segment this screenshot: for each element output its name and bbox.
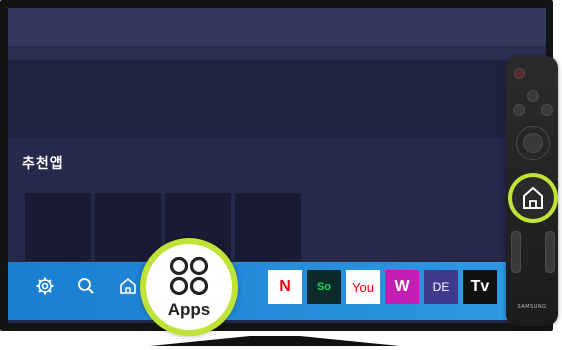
power-button[interactable] (514, 68, 525, 79)
number-button[interactable] (513, 104, 525, 116)
remote-brand: SAMSUNG (517, 304, 547, 310)
home-icon[interactable] (118, 276, 138, 296)
app-icon[interactable]: You (346, 270, 380, 304)
apps-button[interactable]: Apps (140, 238, 238, 336)
apps-grid-icon (167, 254, 211, 298)
gear-icon[interactable] (35, 276, 55, 296)
app-icon[interactable]: W (385, 270, 419, 304)
app-icon[interactable]: DE (424, 270, 458, 304)
app-icon[interactable]: Tv (463, 270, 497, 304)
search-icon[interactable] (76, 276, 96, 296)
home-icon (521, 185, 545, 215)
top-banner (8, 8, 546, 46)
banner-band (8, 46, 546, 60)
section-title: 추천앱 (22, 156, 64, 172)
featured-band (8, 60, 546, 138)
channel-rocker[interactable] (545, 231, 555, 273)
app-tile[interactable] (25, 193, 91, 261)
ok-button[interactable] (523, 133, 543, 153)
app-tile[interactable] (95, 193, 161, 261)
mic-button[interactable] (527, 90, 539, 102)
apps-label: Apps (167, 300, 211, 319)
app-icon[interactable]: N (268, 270, 302, 304)
app-icon[interactable]: So (307, 270, 341, 304)
remote-home-button[interactable] (508, 173, 558, 223)
app-tile[interactable] (235, 193, 301, 261)
color-button[interactable] (541, 104, 553, 116)
volume-rocker[interactable] (511, 231, 521, 273)
